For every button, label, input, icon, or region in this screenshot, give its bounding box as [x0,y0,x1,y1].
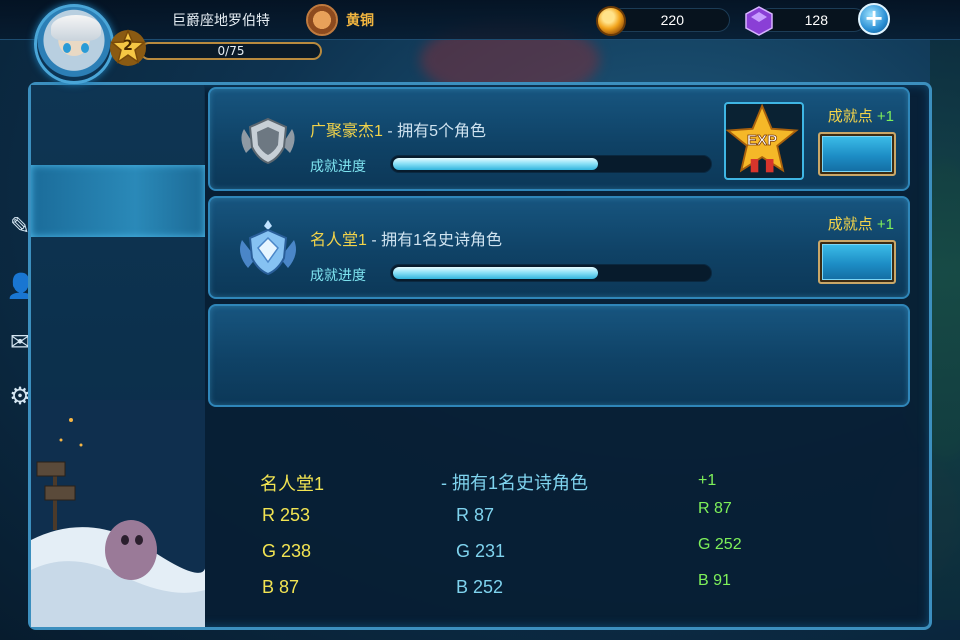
achievement-points-value: +1 [876,216,894,233]
bronze-rank-icon [306,4,338,36]
coin-amount: 220 [660,12,684,28]
progress-label: 成就进度 [310,267,366,283]
claim-button[interactable] [818,132,896,176]
info-r-value: R 87 [698,500,732,517]
progress-bar [390,155,712,173]
gem-amount: 128 [804,12,828,28]
snow-scene-illustration [31,400,205,627]
achievement-card-empty [208,304,910,407]
exp-reward: EXP [724,102,804,180]
avatar-hair [51,15,101,41]
svg-text:EXP: EXP [747,132,777,149]
category-tab-selected[interactable] [31,165,205,237]
progress-label: 成就进度 [310,158,366,174]
blue-crest-medal-icon [240,220,296,276]
background-pillar [930,40,960,620]
achievement-name: 名人堂1 [310,232,367,249]
coin-icon [596,6,626,36]
achievement-points-label: 成就点 [827,216,873,233]
xp-bar: 0/75 [140,42,322,60]
achievement-points-label: 成就点 [827,108,873,125]
info-g-value: G 252 [698,536,742,553]
info-g-value: G 238 [262,541,312,561]
achievement-title: 名人堂1 - 拥有1名史诗角色 [310,226,502,250]
avatar-eye [63,43,71,53]
info-r-value: R 87 [456,505,495,525]
player-name: 巨爵座地罗伯特 [172,12,270,28]
add-currency-button[interactable]: + [858,3,890,35]
player-avatar[interactable] [34,4,114,84]
achievement-title: 广聚豪杰1 - 拥有5个角色 [310,117,486,141]
exp-star-icon: EXP [725,103,799,173]
achievement-desc: - 拥有5个角色 [382,123,487,140]
player-level: 2 [123,38,133,54]
progress-fill [393,158,598,170]
achievement-desc: - 拥有1名史诗角色 [366,232,503,249]
silver-shield-medal-icon [241,117,295,165]
info-b-value: B 252 [456,577,504,597]
progress-fill [393,267,598,279]
purple-gem-icon [745,6,773,36]
coin-counter: 220 [596,6,730,36]
achievement-name: 广聚豪杰1 [310,123,383,140]
info-b-value: B 87 [262,577,300,597]
rank-name: 黄铜 [346,12,374,28]
achievement-card: 广聚豪杰1 - 拥有5个角色 成就进度 EXP 成就点 +1 [208,87,910,191]
info-r-value: R 253 [262,505,311,525]
level-badge: 2 [108,28,148,68]
info-title-name: 名人堂1 [260,474,325,494]
info-g-value: G 231 [456,541,506,561]
achievement-points-value: +1 [876,108,894,125]
gem-counter: 128 [744,6,866,36]
progress-bar [390,264,712,282]
achievement-points: 成就点 +1 [828,105,894,126]
avatar-eye [81,43,89,53]
xp-text: 0/75 [217,44,245,58]
plus-icon: + [863,4,885,32]
achievement-card: 名人堂1 - 拥有1名史诗角色 成就进度 成就点 +1 [208,196,910,299]
claim-button[interactable] [818,240,896,284]
info-title-points: +1 [698,472,717,489]
achievement-points: 成就点 +1 [828,213,894,234]
info-b-value: B 91 [698,572,731,589]
info-title-desc: - 拥有1名史诗角色 [441,473,589,493]
